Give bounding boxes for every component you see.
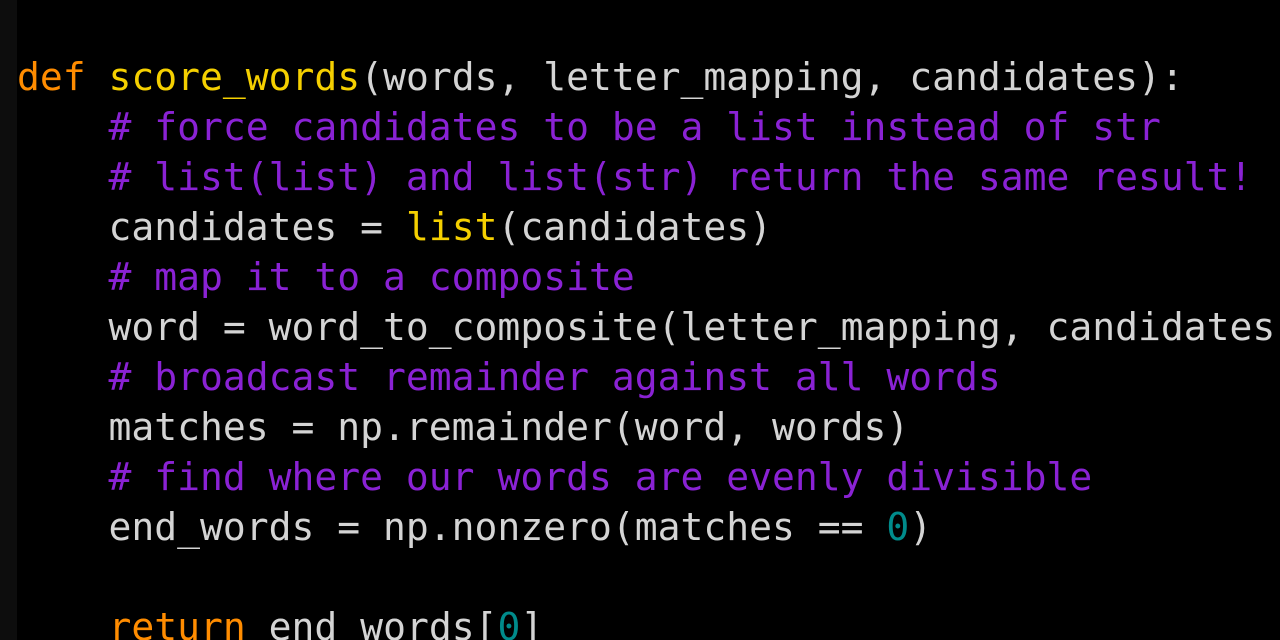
code-token-comment: # find where our words are evenly divisi… xyxy=(108,455,1093,499)
code-token-plain: ) xyxy=(909,505,933,549)
code-line: # broadcast remainder against all words xyxy=(17,352,1280,402)
code-line: word = word_to_composite(letter_mapping,… xyxy=(17,302,1280,352)
code-token-plain: ] xyxy=(520,605,544,640)
code-line: end_words = np.nonzero(matches == 0) xyxy=(17,502,1280,552)
code-token-number: 0 xyxy=(497,605,521,640)
code-token-plain: (candidates) xyxy=(497,205,772,249)
code-token-plain: (words, letter_mapping, candidates): xyxy=(360,55,1184,99)
code-token-comment: # list(list) and list(str) return the sa… xyxy=(108,155,1253,199)
code-token-comment: # broadcast remainder against all words xyxy=(108,355,1001,399)
code-line: return end_words[0] xyxy=(17,602,1280,640)
code-line: def score_words(words, letter_mapping, c… xyxy=(17,52,1280,102)
code-token-keyword: return xyxy=(108,605,246,640)
code-token-builtin: list xyxy=(405,205,498,249)
code-token-plain: word = word_to_composite(letter_mapping,… xyxy=(17,305,1280,349)
code-token-plain: end_words = np.nonzero(matches == xyxy=(17,505,887,549)
code-line: # map it to a composite xyxy=(17,252,1280,302)
code-token-plain: candidates = xyxy=(17,205,406,249)
code-token-function-name: score_words xyxy=(108,55,361,99)
code-line: candidates = list(candidates) xyxy=(17,202,1280,252)
code-line: # list(list) and list(str) return the sa… xyxy=(17,152,1280,202)
code-line: matches = np.remainder(word, words) xyxy=(17,402,1280,452)
code-token-comment: # map it to a composite xyxy=(108,255,635,299)
code-token-plain: matches = np.remainder(word, words) xyxy=(17,405,910,449)
code-token-keyword: def xyxy=(17,55,86,99)
code-screenshot-canvas: def score_words(words, letter_mapping, c… xyxy=(0,0,1280,640)
code-token-comment: # force candidates to be a list instead … xyxy=(108,105,1161,149)
code-line: # force candidates to be a list instead … xyxy=(17,102,1280,152)
editor-gutter-strip xyxy=(0,0,17,640)
code-token-number: 0 xyxy=(886,505,910,549)
code-block[interactable]: def score_words(words, letter_mapping, c… xyxy=(17,38,1280,640)
code-token-plain: end_words[ xyxy=(245,605,498,640)
code-line: # find where our words are evenly divisi… xyxy=(17,452,1280,502)
